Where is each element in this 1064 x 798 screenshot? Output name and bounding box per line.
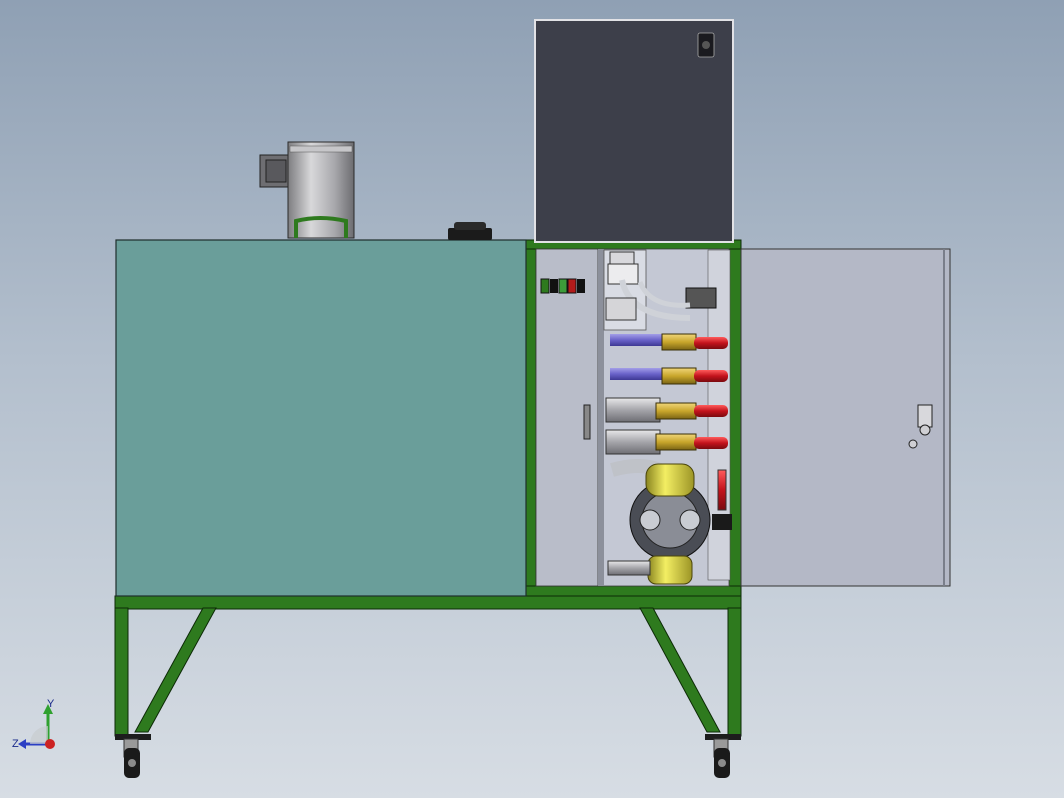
inner-door-latch[interactable] <box>583 404 591 440</box>
electrical-cabinet[interactable] <box>534 19 734 243</box>
triad-z-label: Z <box>12 738 19 750</box>
level-indicator <box>717 469 727 511</box>
caster-left[interactable] <box>115 734 151 778</box>
caster-right[interactable] <box>705 734 741 778</box>
cad-3d-viewport[interactable]: Y Z <box>0 0 1064 798</box>
filler-cap[interactable] <box>448 222 492 240</box>
cabinet-door-open[interactable] <box>740 248 951 587</box>
triad-y-label: Y <box>47 698 55 710</box>
tank-body[interactable] <box>115 239 527 597</box>
motor[interactable] <box>259 141 355 239</box>
control-buttons[interactable] <box>540 278 585 294</box>
orientation-triad: Y Z <box>12 698 55 750</box>
